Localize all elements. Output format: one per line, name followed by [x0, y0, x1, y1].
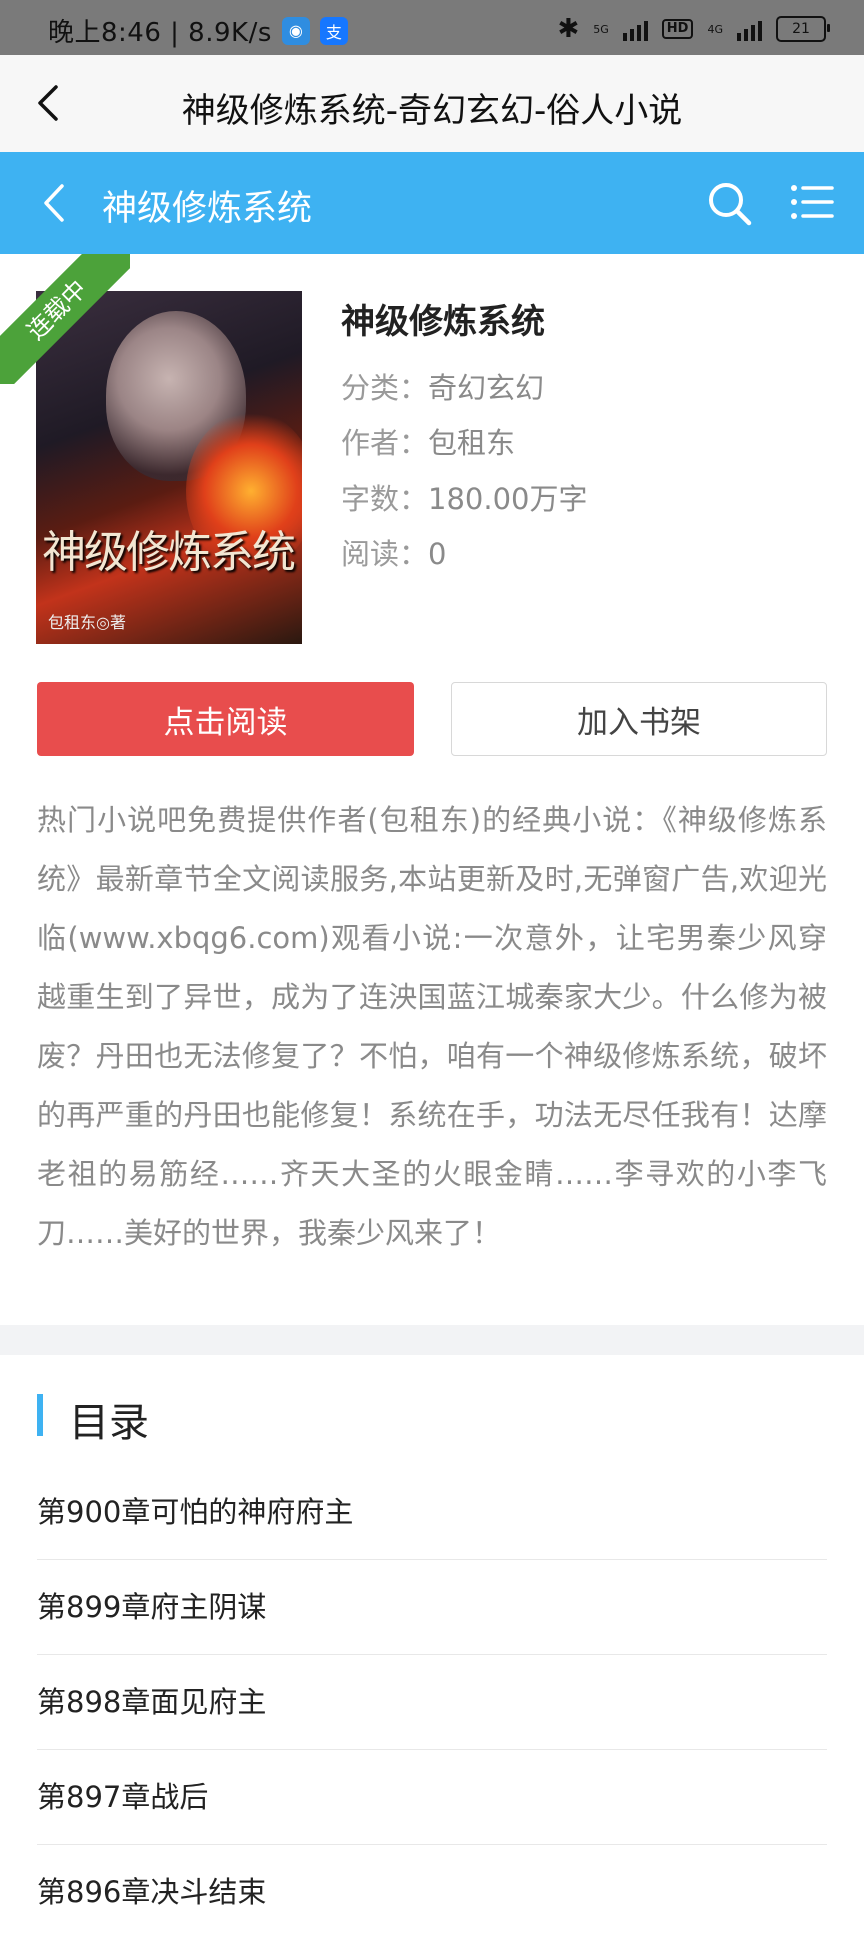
network-5g-label: 5G — [593, 22, 609, 36]
alipay-icon: 支 — [319, 16, 348, 45]
read-button[interactable]: 点击阅读 — [37, 682, 414, 756]
cover-title-calligraphy: 神级修炼系统 — [42, 527, 296, 578]
book-read-count: 阅读：0 — [341, 531, 446, 573]
signal-bars-icon-2 — [737, 17, 762, 41]
book-description: 热门小说吧免费提供作者(包租东)的经典小说：《神级修炼系统》最新章节全文阅读服务… — [37, 803, 827, 1250]
words-label: 字数： — [341, 482, 429, 516]
network-4g-label: 4G — [707, 22, 723, 36]
back-icon[interactable] — [36, 182, 76, 224]
search-icon[interactable] — [706, 180, 752, 226]
header-title: 神级修炼系统 — [102, 189, 313, 229]
cover-author: 包租东◎著 — [48, 613, 126, 632]
category-value: 奇幻玄幻 — [428, 371, 545, 405]
reads-value: 0 — [428, 537, 447, 571]
status-ribbon: 连载中 — [0, 254, 130, 384]
status-right: ✱ 5G HD 4G 21 — [557, 14, 830, 44]
browser-title-bar: 神级修炼系统-奇幻玄幻-俗人小说 — [0, 55, 864, 152]
book-word-count: 字数：180.00万字 — [341, 476, 588, 518]
browser-page-title: 神级修炼系统-奇幻玄幻-俗人小说 — [181, 91, 683, 131]
toc-accent-bar — [37, 1394, 43, 1436]
author-label: 作者： — [341, 426, 429, 460]
chapter-item[interactable]: 第899章府主阴谋 — [37, 1560, 827, 1655]
status-bar: 晚上8:46 | 8.9K/s ◉ 支 ✱ 5G HD 4G 21 — [0, 0, 864, 55]
add-to-shelf-button[interactable]: 加入书架 — [451, 682, 827, 756]
toc-title: 目录 — [69, 1400, 149, 1446]
chapter-list: 第900章可怕的神府府主 第899章府主阴谋 第898章面见府主 第897章战后… — [37, 1465, 827, 1939]
app-header: 神级修炼系统 — [0, 152, 864, 254]
author-value: 包租东 — [428, 426, 516, 460]
status-ribbon-label: 连载中 — [0, 254, 130, 384]
reads-label: 阅读： — [341, 537, 429, 571]
chapter-item[interactable]: 第898章面见府主 — [37, 1655, 827, 1750]
status-left: 晚上8:46 | 8.9K/s ◉ 支 — [48, 12, 348, 49]
book-author: 作者：包租东 — [341, 420, 515, 462]
chapter-item[interactable]: 第897章战后 — [37, 1750, 827, 1845]
book-title: 神级修炼系统 — [341, 302, 545, 342]
hd-badge: HD — [661, 19, 694, 39]
menu-list-icon[interactable] — [790, 182, 834, 222]
section-divider — [0, 1325, 864, 1355]
category-label: 分类： — [341, 371, 429, 405]
battery-icon: 21 — [776, 16, 830, 42]
battery-level: 21 — [792, 21, 810, 37]
chapter-item[interactable]: 第900章可怕的神府府主 — [37, 1465, 827, 1560]
signal-bars-icon — [622, 17, 648, 41]
words-value: 180.00万字 — [428, 482, 588, 516]
wifi-hotspot-icon: ◉ — [281, 16, 310, 45]
book-category: 分类：奇幻玄幻 — [341, 365, 544, 407]
status-time-speed: 晚上8:46 | 8.9K/s — [48, 18, 272, 48]
chapter-item[interactable]: 第896章决斗结束 — [37, 1845, 827, 1939]
bluetooth-icon: ✱ — [557, 14, 580, 44]
